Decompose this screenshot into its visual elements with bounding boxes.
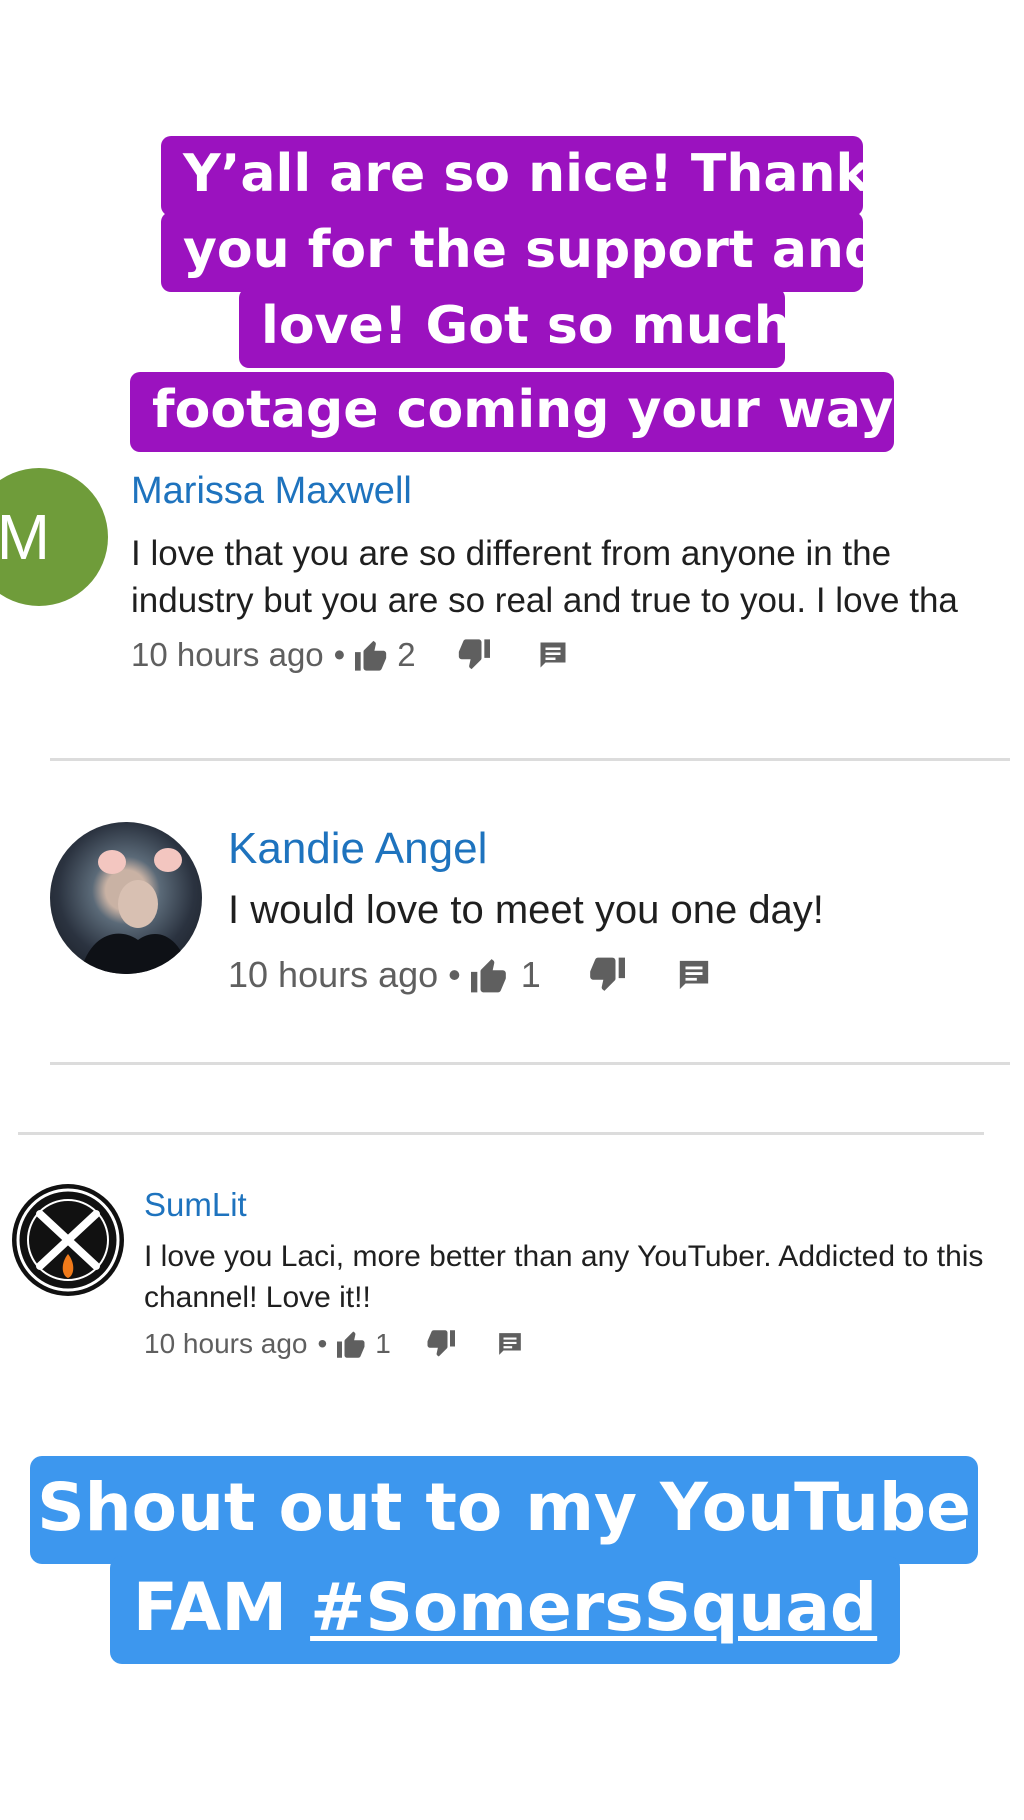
reply-button[interactable] [538,640,568,670]
avatar-photo [80,848,190,974]
comment-text-line: I love that you are so different from an… [131,534,892,573]
like-button[interactable]: 1 [337,1328,391,1360]
avatar[interactable] [12,1184,124,1296]
reply-button[interactable] [497,1331,523,1357]
thumbs-down-icon [427,1330,455,1357]
reply-icon [499,1333,521,1355]
like-count: 1 [375,1328,391,1359]
comment-text-line: industry but you are so real and true to… [131,581,958,620]
reply-icon [679,960,708,990]
divider [50,758,1010,761]
comment-time: 10 hours ago [144,1328,308,1359]
top-caption-line-4: footage coming your way [130,372,894,452]
comment-author[interactable]: Marissa Maxwell [131,470,412,513]
lit-logo-icon [16,1188,120,1292]
divider [50,1062,1010,1065]
like-count: 1 [520,954,541,995]
reply-button[interactable] [677,958,711,992]
separator: • [448,954,461,995]
reply-icon [540,642,566,668]
bottom-caption-line-2: FAM #SomersSquad [110,1556,900,1664]
comment-text: I love that you are so different from an… [131,530,1011,624]
comment-text: I would love to meet you one day! [228,888,824,932]
like-button[interactable]: 1 [470,954,541,996]
thumbs-up-icon [355,640,387,671]
comment-time: 10 hours ago [228,954,439,995]
avatar[interactable]: M [0,468,108,606]
top-caption-line-1: Y’all are so nice! Thank [161,136,870,216]
comment-author[interactable]: Kandie Angel [228,824,487,874]
dislike-button[interactable] [456,639,490,671]
comment-meta: 10 hours ago • 2 [131,636,568,674]
comment-time: 10 hours ago [131,636,324,673]
dislike-button[interactable] [587,957,625,993]
separator: • [317,1328,328,1359]
bottom-caption-prefix: FAM [132,1569,311,1646]
comment-author[interactable]: SumLit [144,1186,247,1224]
comment-meta: 10 hours ago • 1 [228,954,711,996]
comment-text: I love you Laci, more better than any Yo… [144,1240,984,1314]
top-caption-line-3: love! Got so much [239,288,791,368]
bottom-caption-line-1: Shout out to my YouTube [30,1456,978,1564]
dislike-button[interactable] [425,1330,455,1358]
comment-meta: 10 hours ago • 1 [144,1328,523,1360]
divider [18,1132,984,1135]
like-count: 2 [397,636,416,673]
avatar-letter: M [0,501,50,573]
thumbs-down-icon [589,957,625,991]
like-button[interactable]: 2 [355,636,416,674]
thumbs-down-icon [458,639,490,670]
separator: • [333,636,346,673]
thumbs-up-icon [337,1331,365,1358]
top-caption-line-2: you for the support and [161,212,881,292]
avatar[interactable] [50,822,202,974]
hashtag-link[interactable]: #SomersSquad [310,1569,877,1646]
thumbs-up-icon [470,959,506,993]
